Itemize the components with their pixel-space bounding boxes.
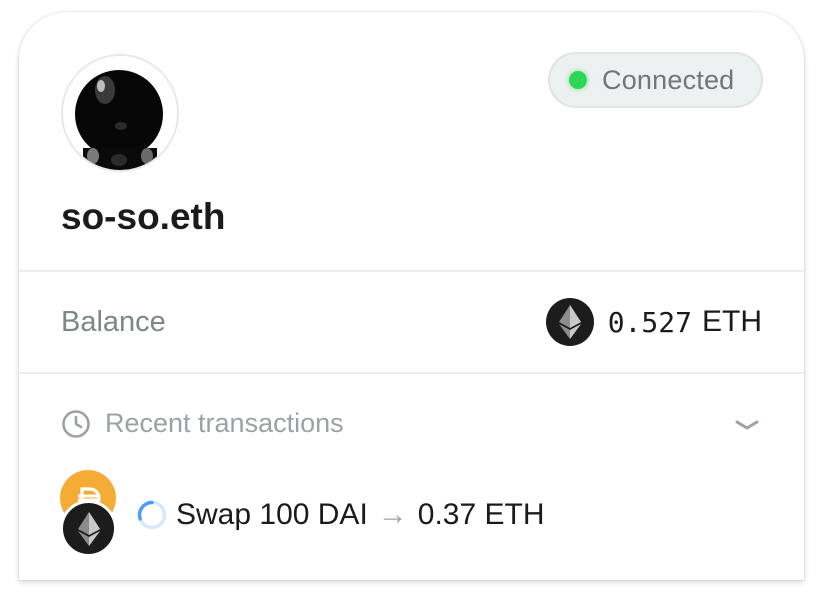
wallet-header: Connected so-so.eth: [19, 12, 804, 270]
ens-name: so-so.eth: [61, 196, 226, 237]
eth-token-icon: [60, 500, 117, 557]
balance-amount: 0.527: [607, 305, 692, 339]
status-label: Connected: [602, 64, 735, 95]
balance-row: Balance 0.527 ETH: [19, 272, 804, 372]
recent-transactions-header[interactable]: Recent transactions: [61, 408, 344, 439]
transaction-from: Swap 100 DAI: [176, 498, 368, 531]
transaction-item[interactable]: Swap 100 DAI → 0.37 ETH: [60, 470, 760, 557]
eth-icon: [545, 298, 594, 346]
transaction-to: 0.37 ETH: [417, 498, 545, 531]
wallet-card: Connected so-so.eth Balance 0.527 ETH Re…: [19, 12, 804, 580]
transaction-description: Swap 100 DAI → 0.37 ETH: [176, 498, 545, 532]
loading-spinner-icon: [137, 500, 167, 530]
balance-unit: ETH: [702, 305, 762, 338]
balance-label: Balance: [61, 305, 166, 338]
recent-transactions-title: Recent transactions: [105, 408, 344, 438]
avatar-image: [63, 56, 177, 170]
avatar[interactable]: [61, 54, 179, 172]
arrow-right-icon: →: [377, 498, 408, 531]
clock-icon: [62, 409, 90, 438]
balance-value: 0.527 ETH: [545, 298, 762, 346]
chevron-down-icon[interactable]: [734, 418, 760, 432]
recent-transactions-section: Recent transactions Swap 100 DAI → 0.37 …: [19, 374, 804, 580]
connection-status-badge[interactable]: Connected: [548, 52, 763, 108]
status-dot-icon: [569, 71, 587, 89]
